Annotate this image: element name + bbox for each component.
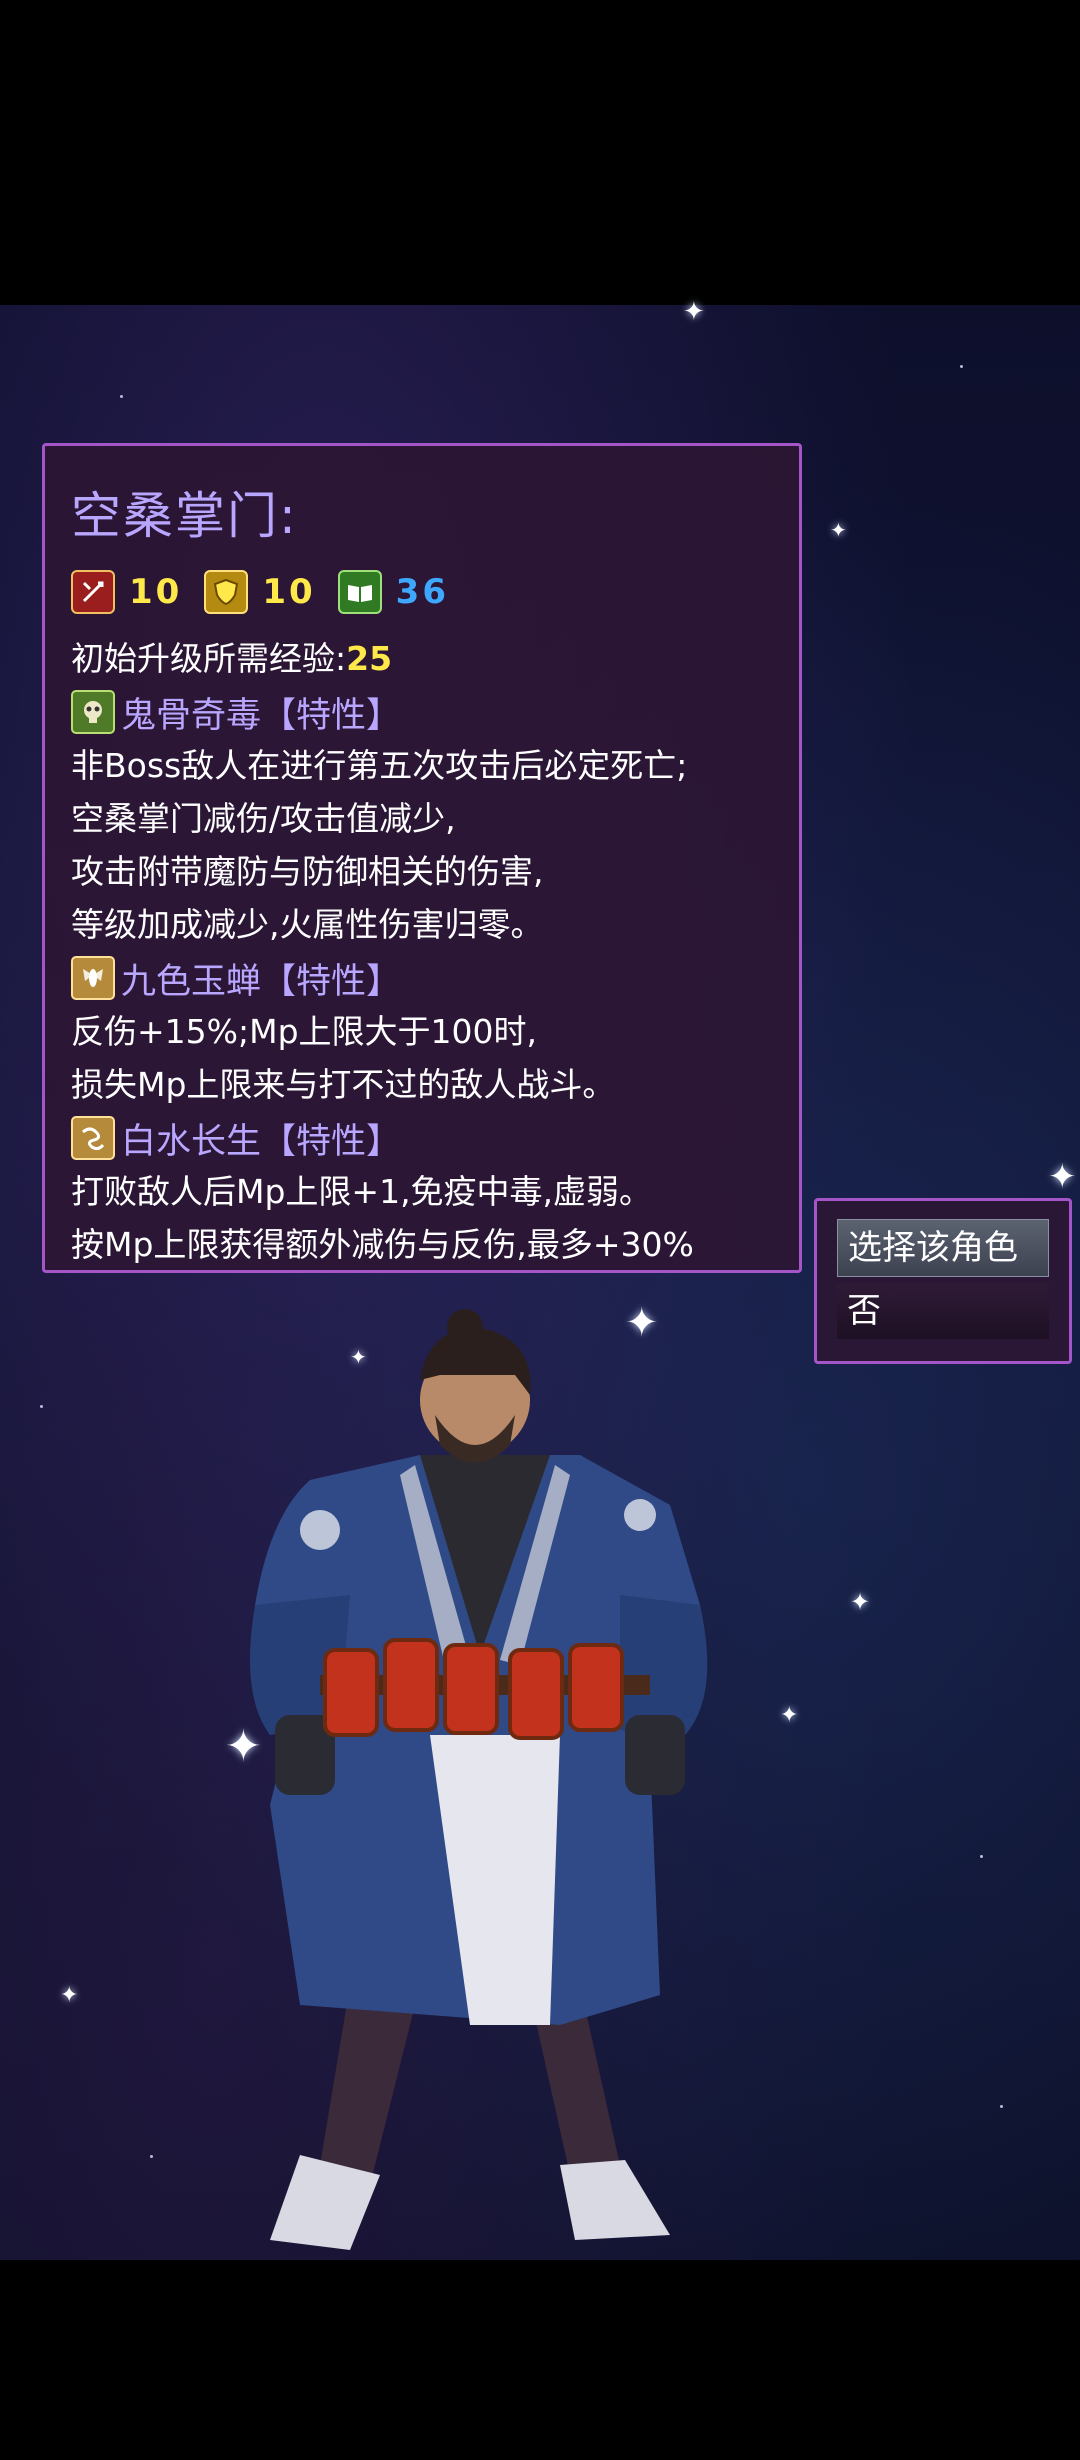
trait-text: 打败敌人后Mp上限+1,免疫中毒,虚弱。 (71, 1172, 653, 1211)
trait-text: 空桑掌门减伤/攻击值减少, (71, 799, 456, 838)
trait-text: 反伤+15%;Mp上限大于100时, (71, 1012, 538, 1051)
character-name: 空桑掌门: (71, 487, 298, 545)
trait-header: 白水长生【特性】 (71, 1111, 799, 1165)
poison-skull-icon (71, 690, 115, 734)
trait-name: 九色玉蝉【特性】 (121, 961, 402, 1002)
trait-text: 攻击附带魔防与防御相关的伤害, (71, 852, 544, 891)
attack-icon (71, 570, 115, 614)
star-sparkle: ✦ (60, 1983, 79, 2008)
trait-text: 按Mp上限获得额外减伤与反伤,最多+30% (71, 1225, 694, 1264)
choice-menu: 选择该角色 否 (814, 1198, 1072, 1364)
stats-row: 10 10 36 (71, 566, 799, 618)
defense-value: 10 (262, 572, 316, 612)
no-button[interactable]: 否 (837, 1283, 1049, 1339)
water-icon (71, 1116, 115, 1160)
cicada-icon (71, 956, 115, 1000)
star-sparkle: ✦ (683, 297, 705, 327)
star-sparkle: ✦ (1048, 1157, 1077, 1197)
star-sparkle: ✦ (830, 518, 847, 542)
book-icon (337, 570, 382, 614)
character-portrait (250, 1309, 708, 2250)
trait-name: 白水长生【特性】 (121, 1121, 402, 1162)
trait-header: 九色玉蝉【特性】 (71, 951, 799, 1005)
exp-label: 初始升级所需经验: (71, 639, 347, 678)
defense-icon (204, 570, 249, 614)
attack-value: 10 (129, 572, 183, 612)
trait-header: 鬼骨奇毒【特性】 (71, 685, 799, 739)
trait-name: 鬼骨奇毒【特性】 (121, 695, 402, 736)
character-info-panel: 空桑掌门: 10 10 36 初始升级所需经验:25 鬼骨奇毒【特性】 非Bos… (42, 443, 802, 1273)
trait-text: 损失Mp上限来与打不过的敌人战斗。 (71, 1065, 616, 1104)
trait-text: 非Boss敌人在进行第五次攻击后必定死亡; (71, 746, 688, 785)
initial-exp-row: 初始升级所需经验:25 (71, 632, 799, 685)
exp-value: 25 (346, 639, 393, 678)
magic-value: 36 (395, 572, 449, 612)
select-character-button[interactable]: 选择该角色 (837, 1219, 1049, 1277)
star-sparkle: ✦ (850, 1588, 871, 1616)
trait-text: 等级加成减少,火属性伤害归零。 (71, 905, 544, 944)
